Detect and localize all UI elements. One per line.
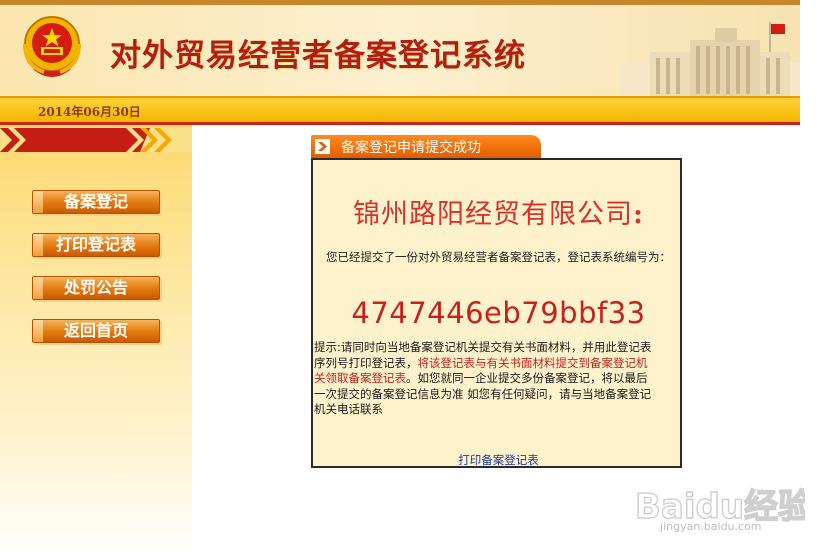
building-illustration xyxy=(620,22,800,96)
sidebar-item-penalty-notice[interactable]: 处罚公告 xyxy=(32,276,160,300)
current-date: 2014年06月30日 xyxy=(38,105,141,119)
page-root: 对外贸易经营者备案登记系统 2014年06月30日 备案登记 打印登记表 处罚公… xyxy=(0,0,827,557)
tips-text: 提示:请同时向当地备案登记机关提交有关书面材料，并用此登记表序列号打印登记表，将… xyxy=(314,340,656,418)
company-colon: : xyxy=(633,199,644,230)
panel-tab: 备案登记申请提交成功 xyxy=(311,135,541,158)
date-bar: 2014年06月30日 xyxy=(0,96,800,122)
sidebar-item-filing-registration[interactable]: 备案登记 xyxy=(32,190,160,214)
site-title: 对外贸易经营者备案登记系统 xyxy=(110,38,526,74)
sidebar-ribbon-decoration xyxy=(0,128,192,152)
registration-number: 4747446eb79bbf33 xyxy=(351,296,646,330)
watermark-url: jingyan.baidu.com xyxy=(660,520,762,533)
company-name: 锦州路阳经贸有限公司 xyxy=(353,199,634,230)
print-registration-link[interactable]: 打印备案登记表 xyxy=(313,452,684,468)
submission-notice: 您已经提交了一份对外贸易经营者备案登记表，登记表系统编号为： xyxy=(326,250,671,264)
success-panel: 锦州路阳经贸有限公司: 您已经提交了一份对外贸易经营者备案登记表，登记表系统编号… xyxy=(311,158,682,468)
company-name-line: 锦州路阳经贸有限公司: xyxy=(313,192,684,231)
sidebar-item-print-registration-form[interactable]: 打印登记表 xyxy=(32,233,160,257)
header-top-border xyxy=(0,0,800,5)
sidebar-item-return-home[interactable]: 返回首页 xyxy=(32,319,160,343)
site-header: 对外贸易经营者备案登记系统 xyxy=(0,0,800,96)
national-emblem-icon xyxy=(23,16,81,77)
arrow-right-icon xyxy=(315,139,330,154)
panel-tab-title: 备案登记申请提交成功 xyxy=(341,140,481,156)
